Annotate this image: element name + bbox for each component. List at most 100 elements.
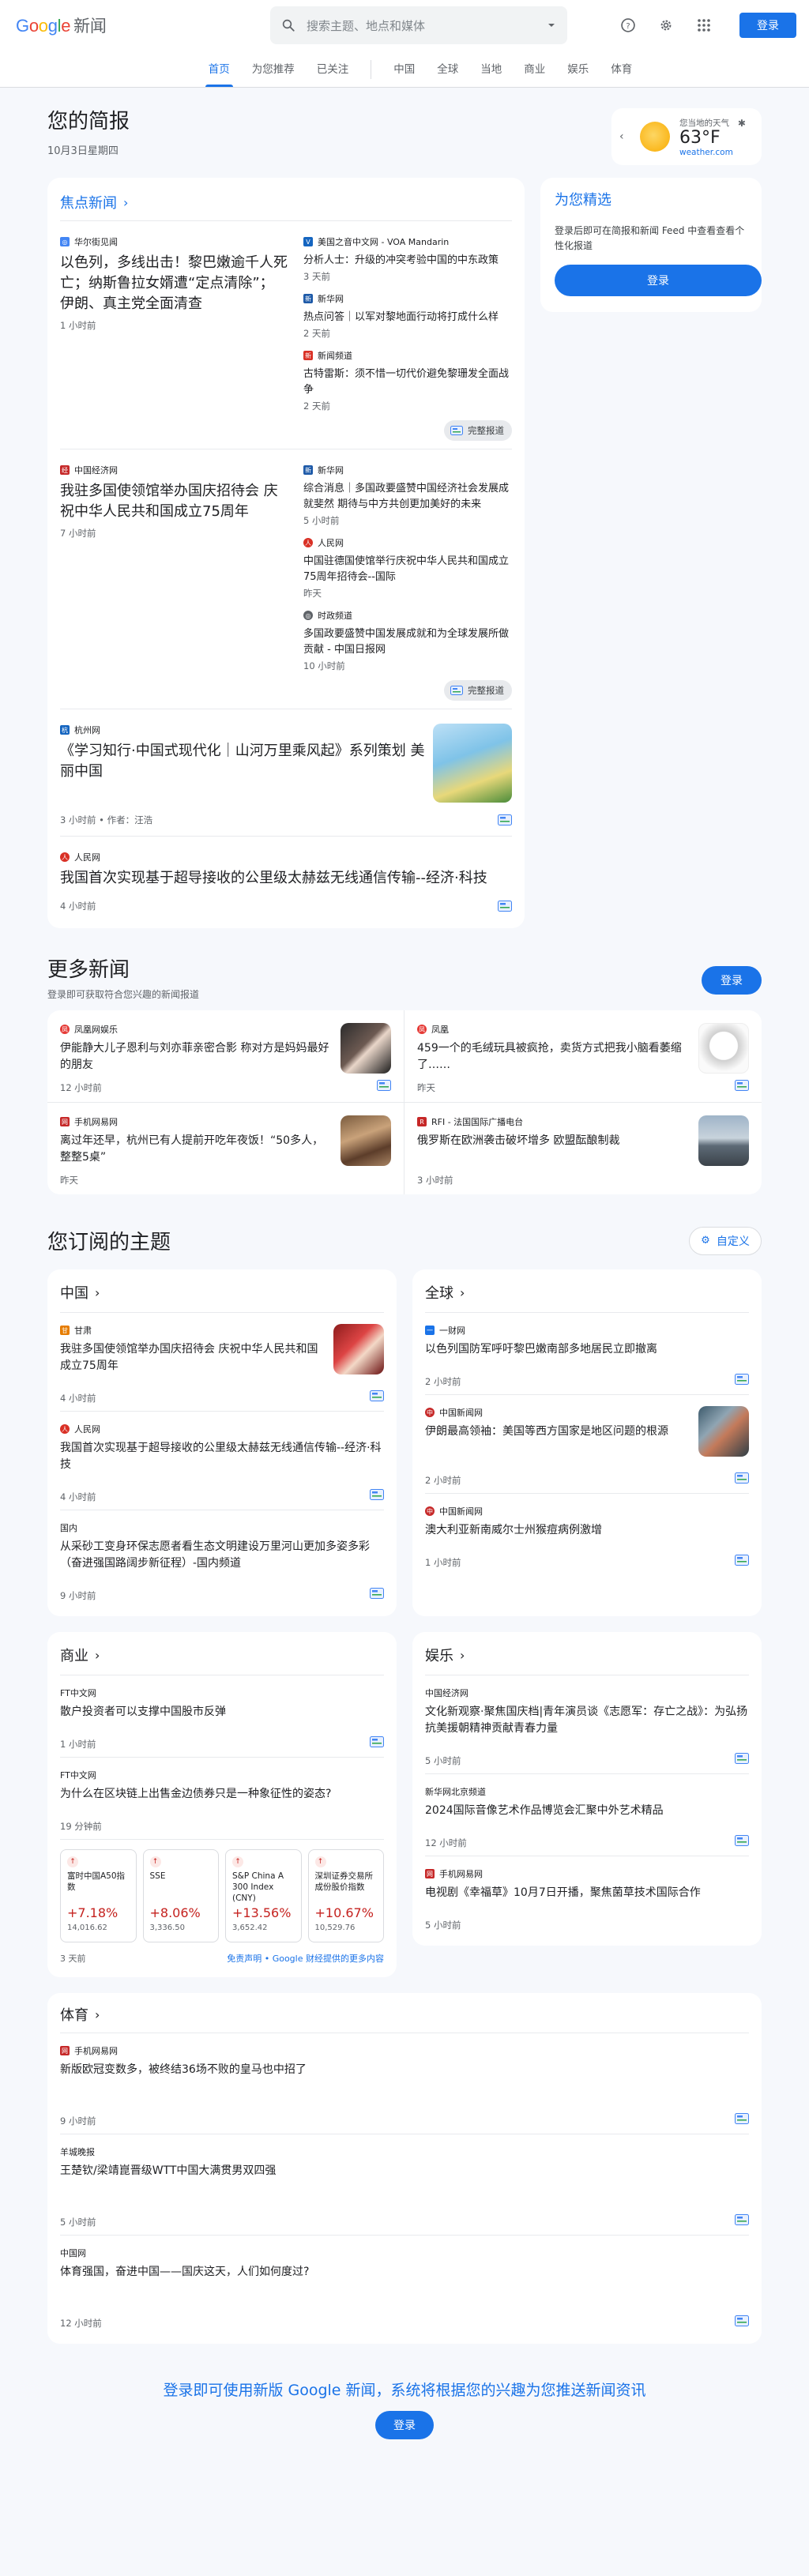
topic-story[interactable]: 国内 从采砂工变身环保志愿者看生态文明建设万里河山更加多姿多彩（奋进强国路阔步新… bbox=[60, 1510, 384, 1608]
story-thumbnail[interactable] bbox=[698, 1406, 749, 1457]
tab-entertainment[interactable]: 娱乐 bbox=[556, 60, 600, 87]
related-story[interactable]: 人人民网 中国驻德国使馆举行庆祝中华人民共和国成立75周年招待会--国际 昨天 bbox=[303, 536, 512, 600]
story-title[interactable]: 电视剧《幸福草》10月7日开播，聚焦菌草技术国际合作 bbox=[425, 1885, 701, 1901]
full-coverage-button[interactable]: 完整报道 bbox=[444, 420, 512, 441]
single-story[interactable]: 杭杭州网 《学习知行·中国式现代化｜山河万里乘风起》系列策划 美丽中国 3 小时… bbox=[60, 709, 512, 836]
story-title[interactable]: 以色列国防军呼吁黎巴嫩南部多地居民立即撤离 bbox=[425, 1341, 657, 1358]
search-icon[interactable] bbox=[281, 18, 295, 32]
chevron-left-icon[interactable]: ‹ bbox=[619, 130, 632, 143]
story-title[interactable]: 文化新观察·聚焦国庆档|青年演员谈《志愿军：存亡之战》：为弘扬抗美援朝精神贡献青… bbox=[425, 1704, 749, 1737]
customize-button[interactable]: ⚙ 自定义 bbox=[689, 1226, 762, 1255]
story-title[interactable]: 以色列，多线出击！黎巴嫩逾千人死亡；纳斯鲁拉女婿遭“定点清除”；伊朗、真主党全面… bbox=[60, 253, 288, 314]
full-coverage-icon[interactable] bbox=[735, 1472, 749, 1484]
full-coverage-button[interactable]: 完整报道 bbox=[444, 680, 512, 701]
story-title[interactable]: 多国政要盛赞中国发展成就和为全球发展所做贡献 - 中国日报网 bbox=[303, 626, 512, 658]
full-coverage-icon[interactable] bbox=[735, 2214, 749, 2225]
more-news-item[interactable]: 网手机网易网 离过年还早，杭州已有人提前开吃年夜饭！“50多人，整整5桌” 昨天 bbox=[47, 1103, 404, 1194]
tab-home[interactable]: 首页 bbox=[198, 60, 241, 87]
more-news-item[interactable]: R RFI - 法国国际广播电台 俄罗斯在欧洲袭击破坏增多 欧盟酝酿制裁 3 小时… bbox=[404, 1103, 762, 1194]
single-story[interactable]: 人人民网 我国首次实现基于超导接收的公里级太赫兹无线通信传输--经济·科技 4 … bbox=[60, 836, 512, 922]
apps-grid-icon[interactable] bbox=[695, 17, 713, 34]
tab-following[interactable]: 已关注 bbox=[306, 60, 360, 87]
topic-story[interactable]: 一一财网 以色列国防军呼吁黎巴嫩南部多地居民立即撤离 2 小时前 bbox=[425, 1312, 749, 1394]
dropdown-arrow-icon[interactable] bbox=[547, 21, 556, 30]
topic-story[interactable]: 羊城晚报 王楚钦/梁靖崑晋级WTT中国大满贯男双四强 5 小时前 bbox=[60, 2134, 749, 2235]
more-news-item[interactable]: 凤凤凰 459一个的毛绒玩具被疯抢，卖货方式把我小脑看萎缩了…… 昨天 bbox=[404, 1010, 762, 1103]
stock-card[interactable]: ↑ SSE +8.06% 3,336.50 bbox=[142, 1849, 219, 1942]
topic-story[interactable]: 网手机网易网 新版欧冠变数多，被终结36场不败的皇马也中招了 9 小时前 bbox=[60, 2033, 749, 2134]
topic-link-sports[interactable]: 体育 › bbox=[60, 1999, 749, 2033]
topic-story[interactable]: 中中国新闻网 伊朗最高领袖：美国等西方国家是地区问题的根源 2 小时前 bbox=[425, 1394, 749, 1493]
story-title[interactable]: 新版欧冠变数多，被终结36场不败的皇马也中招了 bbox=[60, 2062, 749, 2078]
topic-story[interactable]: 新华网北京频道 2024国际音像艺术作品博览会汇聚中外艺术精品 12 小时前 bbox=[425, 1773, 749, 1856]
tab-for-you[interactable]: 为您推荐 bbox=[241, 60, 306, 87]
stock-card[interactable]: ↑ S&P China A 300 Index (CNY) +13.56% 3,… bbox=[225, 1849, 302, 1942]
topic-story[interactable]: 中中国新闻网 澳大利亚新南威尔士州猴痘病例激增 1 小时前 bbox=[425, 1493, 749, 1575]
story-thumbnail[interactable] bbox=[698, 1023, 749, 1074]
story-title[interactable]: 从采砂工变身环保志愿者看生态文明建设万里河山更加多姿多彩（奋进强国路阔步新征程）… bbox=[60, 1539, 384, 1572]
picks-sign-in-button[interactable]: 登录 bbox=[555, 265, 762, 296]
lead-story[interactable]: 经中国经济网 我驻多国使领馆举办国庆招待会 庆祝中华人民共和国成立75周年 7 … bbox=[60, 464, 288, 701]
story-title[interactable]: 热点问答｜以军对黎地面行动将打成什么样 bbox=[303, 310, 512, 325]
full-coverage-icon[interactable] bbox=[370, 1588, 384, 1599]
full-coverage-icon[interactable] bbox=[735, 1835, 749, 1846]
topic-link-world[interactable]: 全球 › bbox=[425, 1276, 749, 1312]
story-title[interactable]: 我国首次实现基于超导接收的公里级太赫兹无线通信传输--经济·科技 bbox=[60, 868, 512, 889]
topic-link-china[interactable]: 中国 › bbox=[60, 1276, 384, 1312]
topic-story[interactable]: 甘甘肃 我驻多国使领馆举办国庆招待会 庆祝中华人民共和国成立75周年 4 小时前 bbox=[60, 1312, 384, 1411]
related-story[interactable]: 新新华网 热点问答｜以军对黎地面行动将打成什么样 2 天前 bbox=[303, 292, 512, 340]
related-story[interactable]: 新新华网 综合消息｜多国政要盛赞中国经济社会发展成就斐然 期待与中方共创更加美好… bbox=[303, 464, 512, 527]
google-news-logo[interactable]: Google 新闻 bbox=[16, 13, 253, 37]
story-title[interactable]: 459一个的毛绒玩具被疯抢，卖货方式把我小脑看萎缩了…… bbox=[417, 1040, 689, 1074]
full-coverage-icon[interactable] bbox=[735, 2315, 749, 2326]
footer-sign-in-button[interactable]: 登录 bbox=[375, 2411, 434, 2439]
full-coverage-icon[interactable] bbox=[370, 1736, 384, 1747]
tab-world[interactable]: 全球 bbox=[426, 60, 469, 87]
full-coverage-icon[interactable] bbox=[735, 1374, 749, 1385]
lead-story[interactable]: ◎ 华尔街见闻 以色列，多线出击！黎巴嫩逾千人死亡；纳斯鲁拉女婿遭“定点清除”；伊… bbox=[60, 235, 288, 441]
stock-card[interactable]: ↑ 深圳证券交易所成份股价指数 +10.67% 10,529.76 bbox=[307, 1849, 384, 1942]
story-title[interactable]: 伊能静大儿子恩利与刘亦菲亲密合影 称对方是妈妈最好的朋友 bbox=[60, 1040, 331, 1074]
finance-disclaimer-link[interactable]: 免责声明 • Google 财经提供的更多内容 bbox=[227, 1952, 384, 1965]
tab-sports[interactable]: 体育 bbox=[600, 60, 643, 87]
related-story[interactable]: V 美国之音中文网 - VOA Mandarin 分析人士：升级的冲突考验中国的中… bbox=[303, 235, 512, 283]
tab-china[interactable]: 中国 bbox=[382, 60, 426, 87]
full-coverage-icon[interactable] bbox=[735, 1753, 749, 1764]
top-stories-link[interactable]: 焦点新闻 › bbox=[60, 187, 512, 220]
story-thumbnail[interactable] bbox=[698, 1115, 749, 1166]
tab-business[interactable]: 商业 bbox=[513, 60, 556, 87]
story-title[interactable]: 我驻多国使领馆举办国庆招待会 庆祝中华人民共和国成立75周年 bbox=[60, 1341, 324, 1374]
topic-story[interactable]: 网手机网易网 电视剧《幸福草》10月7日开播，聚焦菌草技术国际合作 5 小时前 bbox=[425, 1856, 749, 1938]
story-title[interactable]: 古特雷斯：须不惜一切代价避免黎珊发全面战争 bbox=[303, 367, 512, 398]
search-input[interactable]: 搜索主题、地点和媒体 bbox=[307, 17, 547, 34]
search-bar[interactable]: 搜索主题、地点和媒体 bbox=[270, 6, 567, 44]
topic-link-entertainment[interactable]: 娱乐 › bbox=[425, 1638, 749, 1675]
story-title[interactable]: 伊朗最高领袖：美国等西方国家是地区问题的根源 bbox=[425, 1423, 668, 1440]
story-title[interactable]: 我驻多国使领馆举办国庆招待会 庆祝中华人民共和国成立75周年 bbox=[60, 481, 288, 522]
tab-local[interactable]: 当地 bbox=[469, 60, 513, 87]
story-thumbnail[interactable] bbox=[333, 1324, 384, 1374]
story-title[interactable]: 王楚钦/梁靖崑晋级WTT中国大满贯男双四强 bbox=[60, 2163, 749, 2179]
full-coverage-icon[interactable] bbox=[735, 1555, 749, 1566]
topic-story[interactable]: 中国网 体育强国，奋进中国——国庆这天，人们如何度过? 12 小时前 bbox=[60, 2235, 749, 2336]
story-title[interactable]: 分析人士：升级的冲突考验中国的中东政策 bbox=[303, 253, 512, 269]
story-title[interactable]: 为什么在区块链上出售金边债券只是一种象征性的姿态? bbox=[60, 1786, 331, 1803]
story-thumbnail[interactable] bbox=[433, 724, 512, 803]
story-title[interactable]: 我国首次实现基于超导接收的公里级太赫兹无线通信传输--经济·科技 bbox=[60, 1440, 384, 1473]
topic-story[interactable]: 中国经济网 文化新观察·聚焦国庆档|青年演员谈《志愿军：存亡之战》：为弘扬抗美援… bbox=[425, 1675, 749, 1773]
full-coverage-icon[interactable] bbox=[370, 1390, 384, 1401]
more-news-sign-in-button[interactable]: 登录 bbox=[702, 966, 762, 995]
weather-settings-icon[interactable]: ✱ bbox=[738, 118, 746, 129]
full-coverage-icon[interactable] bbox=[498, 901, 512, 912]
full-coverage-icon[interactable] bbox=[498, 814, 512, 825]
topic-story[interactable]: FT中文网 为什么在区块链上出售金边债券只是一种象征性的姿态? 19 分钟前 bbox=[60, 1757, 384, 1839]
full-coverage-icon[interactable] bbox=[370, 1489, 384, 1500]
story-title[interactable]: 2024国际音像艺术作品博览会汇聚中外艺术精品 bbox=[425, 1803, 664, 1819]
story-title[interactable]: 澳大利亚新南威尔士州猴痘病例激增 bbox=[425, 1522, 602, 1539]
topic-story[interactable]: FT中文网 散户投资者可以支撑中国股市反弹 1 小时前 bbox=[60, 1675, 384, 1757]
story-title[interactable]: 体育强国，奋进中国——国庆这天，人们如何度过? bbox=[60, 2264, 749, 2281]
stock-card[interactable]: ↑ 富时中国A50指数 +7.18% 14,016.62 bbox=[60, 1849, 137, 1942]
related-story[interactable]: 新新闻频道 古特雷斯：须不惜一切代价避免黎珊发全面战争 2 天前 bbox=[303, 349, 512, 412]
full-coverage-icon[interactable] bbox=[377, 1080, 391, 1091]
story-title[interactable]: 俄罗斯在欧洲袭击破坏增多 欧盟酝酿制裁 bbox=[417, 1133, 619, 1149]
